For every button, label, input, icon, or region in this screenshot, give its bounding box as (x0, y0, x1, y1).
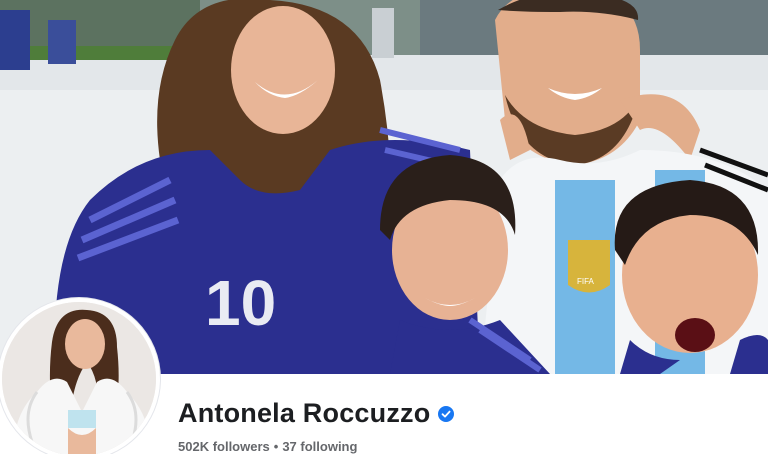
verified-badge-icon (438, 405, 455, 422)
profile-page: 10 FIFA Antonela Roccuzzo 502K followers… (0, 0, 768, 454)
profile-name[interactable]: Antonela Roccuzzo (178, 398, 430, 429)
followers-count[interactable]: 502K followers (178, 439, 270, 454)
follow-stats: 502K followers • 37 following (178, 439, 357, 454)
profile-avatar[interactable] (0, 298, 160, 454)
jersey-number: 10 (205, 267, 276, 339)
following-count[interactable]: 37 following (282, 439, 357, 454)
profile-name-row: Antonela Roccuzzo (178, 398, 455, 429)
stats-separator: • (273, 439, 279, 454)
avatar-image (2, 302, 156, 454)
svg-text:FIFA: FIFA (577, 277, 595, 286)
